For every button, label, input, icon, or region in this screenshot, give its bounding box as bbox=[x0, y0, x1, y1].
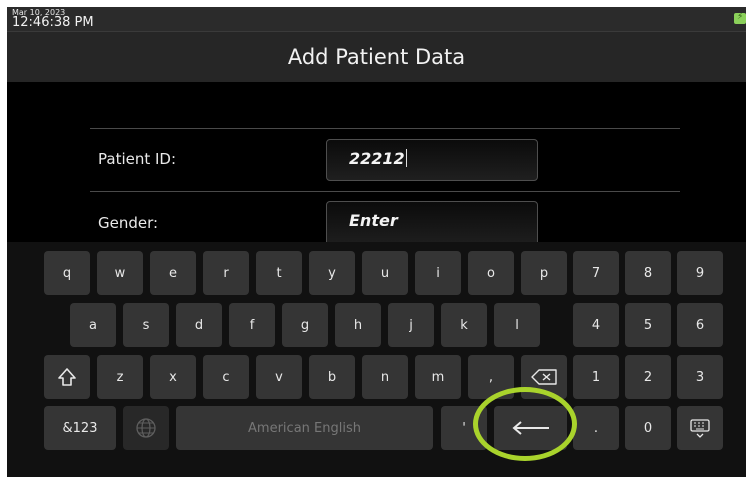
key-z[interactable]: z bbox=[97, 355, 143, 399]
key-2[interactable]: 2 bbox=[625, 355, 671, 399]
patient-id-field[interactable]: 22212 bbox=[326, 139, 538, 181]
status-time: 12:46:38 PM bbox=[12, 15, 94, 30]
patient-id-label: Patient ID: bbox=[98, 150, 177, 168]
enter-key[interactable] bbox=[494, 406, 567, 450]
key-m[interactable]: m bbox=[415, 355, 461, 399]
battery-icon: ⚡ bbox=[734, 12, 746, 24]
key-period[interactable]: . bbox=[573, 406, 619, 450]
space-key[interactable]: American English bbox=[176, 406, 433, 450]
page-title: Add Patient Data bbox=[287, 45, 466, 69]
gender-field[interactable]: Enter bbox=[326, 201, 538, 247]
patient-id-value: 22212 bbox=[349, 149, 407, 168]
device-screen: Mar 10, 2023 12:46:38 PM ⚡ Add Patient D… bbox=[7, 7, 746, 477]
key-w[interactable]: w bbox=[97, 251, 143, 295]
divider bbox=[90, 128, 680, 129]
title-bar: Add Patient Data bbox=[7, 31, 746, 82]
key-i[interactable]: i bbox=[415, 251, 461, 295]
key-comma[interactable]: , bbox=[468, 355, 514, 399]
shift-arrow-icon bbox=[58, 368, 76, 386]
key-e[interactable]: e bbox=[150, 251, 196, 295]
gender-label: Gender: bbox=[98, 214, 159, 232]
key-4[interactable]: 4 bbox=[573, 303, 619, 347]
key-l[interactable]: l bbox=[494, 303, 540, 347]
key-q[interactable]: q bbox=[44, 251, 90, 295]
key-9[interactable]: 9 bbox=[677, 251, 723, 295]
key-n[interactable]: n bbox=[362, 355, 408, 399]
key-8[interactable]: 8 bbox=[625, 251, 671, 295]
onscreen-keyboard: q w e r t y u i o p 7 8 9 a s d f g h j … bbox=[7, 242, 746, 477]
key-t[interactable]: t bbox=[256, 251, 302, 295]
symbols-key[interactable]: &123 bbox=[44, 406, 116, 450]
key-p[interactable]: p bbox=[521, 251, 567, 295]
key-j[interactable]: j bbox=[388, 303, 434, 347]
key-x[interactable]: x bbox=[150, 355, 196, 399]
key-s[interactable]: s bbox=[123, 303, 169, 347]
key-h[interactable]: h bbox=[335, 303, 381, 347]
globe-icon bbox=[136, 418, 156, 438]
key-d[interactable]: d bbox=[176, 303, 222, 347]
text-caret bbox=[405, 149, 407, 167]
key-b[interactable]: b bbox=[309, 355, 355, 399]
enter-arrow-icon bbox=[511, 421, 549, 435]
key-o[interactable]: o bbox=[468, 251, 514, 295]
key-3[interactable]: 3 bbox=[677, 355, 723, 399]
key-f[interactable]: f bbox=[229, 303, 275, 347]
gender-value: Enter bbox=[349, 211, 398, 230]
hide-keyboard-key[interactable] bbox=[677, 406, 723, 450]
divider bbox=[90, 191, 680, 192]
key-0[interactable]: 0 bbox=[625, 406, 671, 450]
key-g[interactable]: g bbox=[282, 303, 328, 347]
backspace-icon bbox=[531, 369, 557, 385]
key-u[interactable]: u bbox=[362, 251, 408, 295]
key-apostrophe[interactable]: ' bbox=[441, 406, 487, 450]
key-a[interactable]: a bbox=[70, 303, 116, 347]
status-bar: Mar 10, 2023 12:46:38 PM ⚡ bbox=[7, 7, 746, 31]
key-6[interactable]: 6 bbox=[677, 303, 723, 347]
key-1[interactable]: 1 bbox=[573, 355, 619, 399]
key-r[interactable]: r bbox=[203, 251, 249, 295]
keyboard-hide-icon bbox=[690, 419, 710, 438]
key-v[interactable]: v bbox=[256, 355, 302, 399]
key-c[interactable]: c bbox=[203, 355, 249, 399]
key-5[interactable]: 5 bbox=[625, 303, 671, 347]
backspace-key[interactable] bbox=[521, 355, 567, 399]
key-y[interactable]: y bbox=[309, 251, 355, 295]
shift-key[interactable] bbox=[44, 355, 90, 399]
globe-key[interactable] bbox=[123, 406, 169, 450]
key-k[interactable]: k bbox=[441, 303, 487, 347]
key-7[interactable]: 7 bbox=[573, 251, 619, 295]
